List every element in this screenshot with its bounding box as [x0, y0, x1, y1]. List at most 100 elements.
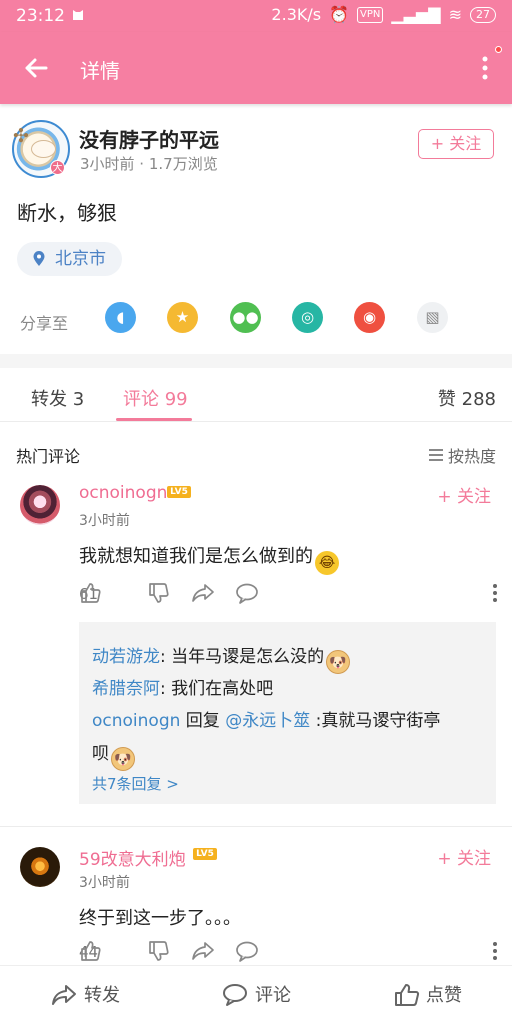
status-bar: 23:12 2.3K/s ⏰ VPN ▁▃▅▇ ≋ 27 [0, 0, 512, 32]
laughing-emoji-icon: 😂 [315, 551, 339, 575]
location-label: 北京市 [55, 249, 106, 269]
page-title: 详情 [80, 59, 120, 83]
status-time: 23:12 [16, 6, 65, 26]
gear-icon: ✣ [13, 125, 29, 147]
top-app-bar: 详情 [0, 32, 512, 104]
reply-user[interactable]: ocnoinogn [92, 711, 180, 731]
sort-by-popularity[interactable]: 按热度 [428, 443, 496, 467]
thumbs-up-icon [81, 583, 101, 603]
comment-time: 3小时前 [79, 513, 130, 529]
commenter-avatar[interactable] [20, 847, 60, 887]
reply-line: 希腊奈阿: 我们在高处吧 [92, 674, 273, 699]
speech-bubble-icon [236, 583, 258, 604]
reply-line: 动若游龙: 当年马谡是怎么没的 🐶 [92, 642, 351, 674]
vpn-badge: VPN [357, 6, 384, 23]
image-share-icon[interactable]: ▧ [417, 302, 448, 333]
comment-actions: 61 [79, 582, 499, 606]
notification-dot [495, 46, 502, 53]
more-options-icon[interactable] [480, 54, 490, 82]
comment-bubble-icon [223, 984, 247, 1006]
bottom-action-bar: 转发 评论 点赞 [0, 965, 512, 1024]
moments-share-icon[interactable]: ◎ [292, 302, 323, 333]
qq-share-icon[interactable]: ◖ [105, 302, 136, 333]
reply-text: :真就马谡守街亭 [310, 711, 441, 731]
share-label: 分享至 [20, 314, 69, 333]
share-arrow-icon [192, 942, 214, 960]
weibo-share-icon[interactable]: ◉ [354, 302, 385, 333]
follow-commenter-button[interactable]: + 关注 [437, 482, 491, 507]
comment-button[interactable]: 评论 [221, 982, 512, 1010]
level-badge: LV5 [193, 848, 217, 860]
commenter-name[interactable]: ocnoinogn [79, 483, 167, 503]
comment-text: 终于到这一步了。。。 [79, 908, 241, 929]
reply-text: : 我们在高处吧 [160, 679, 274, 699]
more-vertical-icon [493, 942, 497, 960]
network-speed: 2.3K/s [271, 5, 322, 24]
sort-icon [428, 449, 443, 461]
reply-user[interactable]: 希腊奈阿 [92, 679, 160, 699]
comment-item: 59改意大利炮 LV5 3小时前 + 关注 终于到这一步了。。。 44 [0, 838, 512, 964]
tab-comments[interactable]: 评论 99 [123, 385, 188, 411]
location-chip[interactable]: 北京市 [17, 242, 122, 276]
location-pin-icon [33, 251, 45, 266]
thumbs-down-icon [149, 941, 169, 961]
mentioned-user[interactable]: @永远卜筮 [225, 711, 310, 731]
sort-label: 按热度 [447, 447, 496, 466]
comment-actions: 44 [79, 940, 499, 964]
active-tab-indicator [116, 418, 192, 421]
comment-item: ocnoinogn LV5 3小时前 + 关注 我就想知道我们是怎么做到的 😂 6… [0, 476, 512, 826]
wifi-icon: ≋ [448, 5, 462, 24]
signal-icon: ▁▃▅▇ [391, 5, 441, 24]
comment-more-button[interactable] [491, 582, 499, 606]
comment-text-content: 我就想知道我们是怎么做到的 [79, 546, 313, 567]
section-divider [0, 354, 512, 368]
reply-line: ocnoinogn 回复 @永远卜筮 :真就马谡守街亭 [92, 706, 440, 731]
wechat-share-icon[interactable]: ●● [230, 302, 261, 333]
comment-time: 3小时前 [79, 875, 130, 891]
back-arrow-icon[interactable] [22, 54, 50, 82]
tab-repost[interactable]: 转发 3 [31, 385, 84, 411]
hot-comments-header: 热门评论 按热度 [0, 436, 512, 466]
doge-emoji-icon: 🐶 [111, 747, 135, 771]
author-badge: 大 [50, 160, 65, 175]
post-content: 断水，够狠 [17, 201, 117, 225]
post-meta: 3小时前 · 1.7万浏览 [80, 155, 218, 173]
doge-emoji-icon: 🐶 [326, 650, 351, 674]
post-author-section: ✣ 大 没有脖子的平远 3小时前 · 1.7万浏览 + 关注 [0, 104, 512, 194]
thumbs-up-icon [81, 941, 101, 961]
battery-indicator: 27 [470, 6, 496, 23]
reply-text: 呗 [92, 744, 109, 764]
comment-text: 我就想知道我们是怎么做到的 😂 [79, 542, 339, 575]
hot-comments-title: 热门评论 [16, 447, 81, 466]
tab-likes[interactable]: 赞 288 [438, 385, 496, 411]
commenter-avatar[interactable] [20, 485, 60, 525]
author-name[interactable]: 没有脖子的平远 [79, 124, 219, 153]
reply-thread[interactable]: 动若游龙: 当年马谡是怎么没的 🐶 希腊奈阿: 我们在高处吧 ocnoinogn … [79, 622, 496, 804]
repost-arrow-icon [52, 985, 76, 1005]
commenter-name[interactable]: 59改意大利炮 [79, 845, 186, 870]
follow-commenter-button[interactable]: + 关注 [437, 844, 491, 869]
post-tabs: 转发 3 评论 99 赞 288 [0, 368, 512, 422]
comment-separator [0, 826, 512, 827]
view-all-replies-link[interactable]: 共7条回复 > [92, 773, 179, 794]
share-row: 分享至 ◖ ★ ●● ◎ ◉ ▧ [0, 298, 512, 344]
qzone-share-icon[interactable]: ★ [167, 302, 198, 333]
like-label: 点赞 [426, 985, 462, 1006]
share-arrow-icon [192, 584, 214, 602]
alarm-icon: ⏰ [329, 5, 350, 24]
reply-text: : 当年马谡是怎么没的 [160, 647, 325, 667]
comment-label: 评论 [255, 985, 291, 1006]
comment-more-button[interactable] [491, 940, 499, 964]
repost-label: 转发 [84, 985, 120, 1006]
follow-button[interactable]: + 关注 [418, 129, 494, 159]
level-badge: LV5 [167, 486, 191, 498]
thumbs-up-icon [395, 984, 420, 1006]
author-avatar[interactable]: ✣ 大 [12, 120, 70, 178]
like-comment-button[interactable]: 61 [79, 582, 101, 606]
like-comment-button[interactable]: 44 [79, 940, 101, 964]
avatar-face [31, 140, 56, 158]
reply-word: 回复 [180, 711, 226, 731]
reply-user[interactable]: 动若游龙 [92, 647, 160, 667]
cat-notification-icon [73, 10, 83, 20]
reply-line: 呗 🐶 [92, 739, 135, 771]
